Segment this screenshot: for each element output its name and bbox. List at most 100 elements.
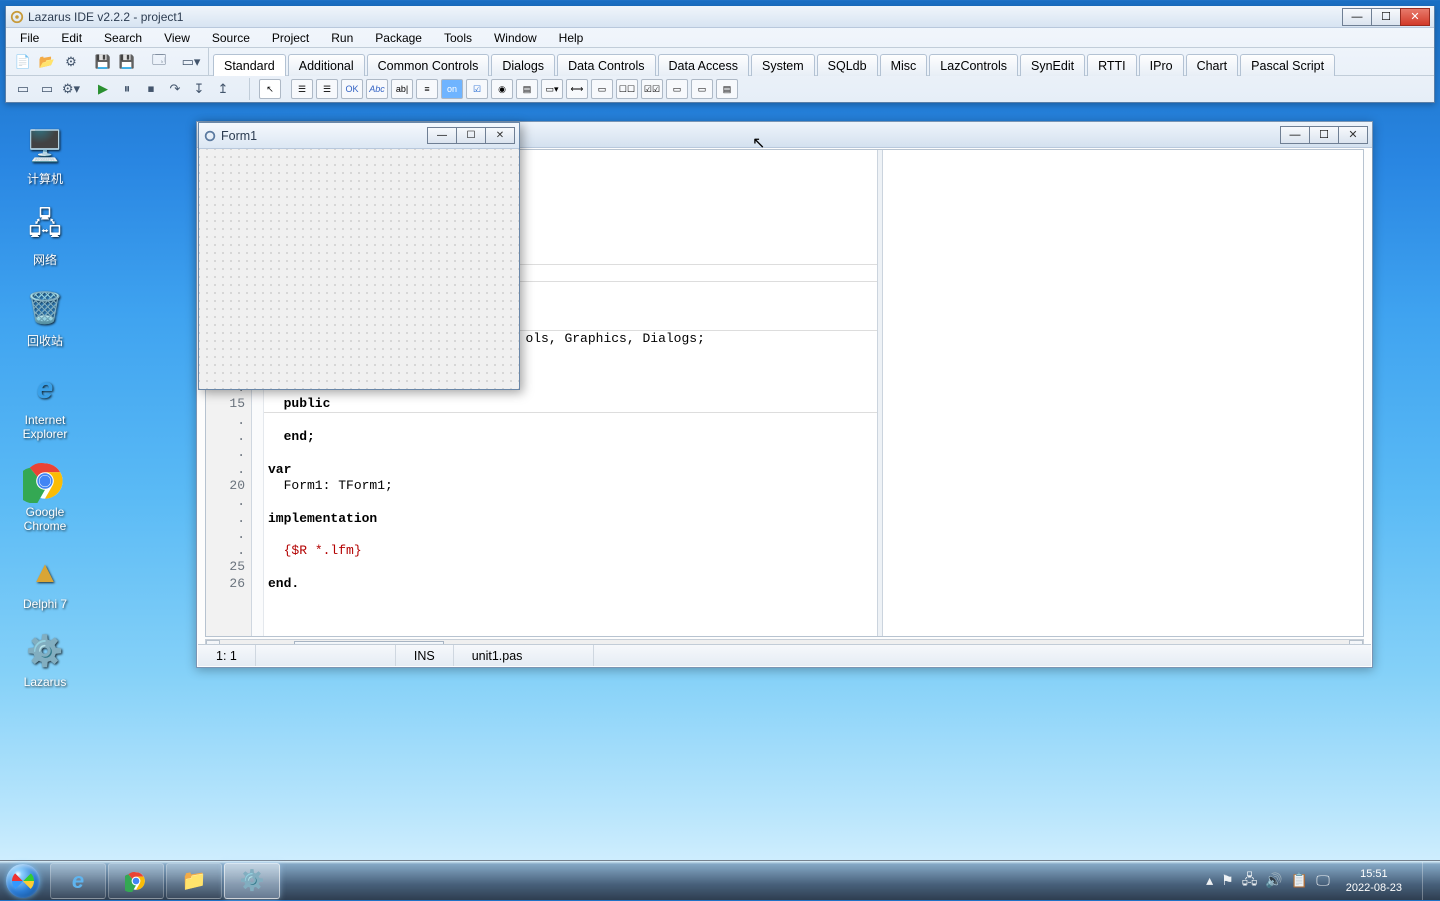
taskbar-item-ie[interactable]: e: [50, 863, 106, 899]
view-units-button[interactable]: ▭▾: [180, 51, 202, 73]
show-desktop-button[interactable]: [1422, 862, 1436, 900]
minimize-button[interactable]: —: [1342, 8, 1372, 26]
tmainmenu-button[interactable]: ☰: [291, 79, 313, 99]
menu-window[interactable]: Window: [490, 30, 541, 46]
menu-source[interactable]: Source: [208, 30, 254, 46]
palette-tab-data-controls[interactable]: Data Controls: [557, 54, 655, 76]
form-designer-titlebar[interactable]: Form1 — ☐ ✕: [199, 123, 519, 149]
taskbar-item-explorer[interactable]: 📁: [166, 863, 222, 899]
tpopupmenu-button[interactable]: ☰: [316, 79, 338, 99]
editor-minimize-button[interactable]: —: [1280, 126, 1310, 144]
palette-tab-dialogs[interactable]: Dialogs: [491, 54, 555, 76]
ttogglebox-button[interactable]: on: [441, 79, 463, 99]
palette-tab-lazcontrols[interactable]: LazControls: [929, 54, 1018, 76]
pause-button[interactable]: ⏸: [116, 78, 138, 100]
tframe-button[interactable]: ▭: [691, 79, 713, 99]
recycle-bin-icon: 🗑️: [23, 288, 67, 328]
build-modes-button[interactable]: ⚙▾: [60, 78, 82, 100]
tmemo-button[interactable]: ≡: [416, 79, 438, 99]
desktop-icon-recycle[interactable]: 🗑️ 回收站: [8, 288, 82, 349]
new-unit-button[interactable]: 📄: [12, 51, 34, 73]
new-form-button[interactable]: ⚙: [60, 51, 82, 73]
palette-tab-rtti[interactable]: RTTI: [1087, 54, 1137, 76]
form-minimize-button[interactable]: —: [427, 127, 457, 144]
editor-maximize-button[interactable]: ☐: [1309, 126, 1339, 144]
tlabel-button[interactable]: Abc: [366, 79, 388, 99]
tcheckgroup-button[interactable]: ☑☑: [641, 79, 663, 99]
tscrollbar-button[interactable]: ⟷: [566, 79, 588, 99]
step-out-button[interactable]: ↥: [212, 78, 234, 100]
menu-run[interactable]: Run: [327, 30, 357, 46]
tray-screen-icon[interactable]: 🖵: [1316, 872, 1330, 889]
menu-package[interactable]: Package: [371, 30, 426, 46]
close-button[interactable]: ✕: [1400, 8, 1430, 26]
palette-tab-standard[interactable]: Standard: [213, 54, 286, 76]
form-canvas[interactable]: [199, 149, 519, 389]
tbutton-button[interactable]: OK: [341, 79, 363, 99]
selection-tool-button[interactable]: ↖: [259, 79, 281, 99]
tpanel-button[interactable]: ▭: [666, 79, 688, 99]
menu-help[interactable]: Help: [555, 30, 588, 46]
desktop-icon-computer[interactable]: 🖥️ 计算机: [8, 126, 82, 187]
palette-tab-misc[interactable]: Misc: [880, 54, 928, 76]
desktop-icon-lazarus[interactable]: ⚙️ Lazarus: [8, 631, 82, 689]
palette-tab-chart[interactable]: Chart: [1186, 54, 1239, 76]
menu-project[interactable]: Project: [268, 30, 313, 46]
palette-tab-ipro[interactable]: IPro: [1139, 54, 1184, 76]
palette-tab-sqldb[interactable]: SQLdb: [817, 54, 878, 76]
desktop-icon-ie[interactable]: e Internet Explorer: [8, 369, 82, 441]
menu-tools[interactable]: Tools: [440, 30, 476, 46]
form-close-button[interactable]: ✕: [485, 127, 515, 144]
menu-edit[interactable]: Edit: [57, 30, 86, 46]
tgroupbox-button[interactable]: ▭: [591, 79, 613, 99]
taskbar-item-chrome[interactable]: [108, 863, 164, 899]
tray-clipboard-icon[interactable]: 📋: [1291, 872, 1308, 889]
tradiobutton-button[interactable]: ◉: [491, 79, 513, 99]
taskbar-item-lazarus[interactable]: ⚙️: [224, 863, 280, 899]
form-icon: [203, 129, 217, 143]
palette-tab-data-access[interactable]: Data Access: [658, 54, 749, 76]
run-button[interactable]: ▶: [92, 78, 114, 100]
step-into-button[interactable]: ↧: [188, 78, 210, 100]
tray-chevron-up-icon[interactable]: ▴: [1206, 872, 1213, 889]
tcombobox-button[interactable]: ▭▾: [541, 79, 563, 99]
form-maximize-button[interactable]: ☐: [456, 127, 486, 144]
desktop-icon-chrome[interactable]: Google Chrome: [8, 461, 82, 533]
open-button[interactable]: 📂: [36, 51, 58, 73]
tray-flag-icon[interactable]: ⚑: [1221, 872, 1234, 889]
ide-main-window: Lazarus IDE v2.2.2 - project1 — ☐ ✕ File…: [5, 6, 1435, 103]
menu-file[interactable]: File: [16, 30, 43, 46]
save-all-button[interactable]: 💾: [116, 51, 138, 73]
form-designer-window[interactable]: Form1 — ☐ ✕: [198, 122, 520, 390]
palette-tab-pascal-script[interactable]: Pascal Script: [1240, 54, 1335, 76]
desktop-icon-label: 回收站: [8, 332, 82, 349]
palette-tab-additional[interactable]: Additional: [288, 54, 365, 76]
desktop-icon-delphi[interactable]: ▲ Delphi 7: [8, 553, 82, 611]
view-forms-button[interactable]: ▭: [12, 78, 34, 100]
menu-view[interactable]: View: [160, 30, 194, 46]
stop-button[interactable]: ⏹: [140, 78, 162, 100]
tradiogroup-button[interactable]: ☐☐: [616, 79, 638, 99]
menu-search[interactable]: Search: [100, 30, 146, 46]
chrome-icon: [125, 870, 147, 892]
palette-tab-common-controls[interactable]: Common Controls: [367, 54, 490, 76]
maximize-button[interactable]: ☐: [1371, 8, 1401, 26]
tcheckbox-button[interactable]: ☑: [466, 79, 488, 99]
palette-tab-synedit[interactable]: SynEdit: [1020, 54, 1085, 76]
system-tray: ▴ ⚑ 🖧 🔊 📋 🖵 15:51 2022-08-23: [1206, 862, 1440, 900]
tray-network-icon[interactable]: 🖧: [1242, 869, 1258, 893]
tedit-button[interactable]: ab|: [391, 79, 413, 99]
save-button[interactable]: 💾: [92, 51, 114, 73]
tactionlist-button[interactable]: ▤: [716, 79, 738, 99]
tray-volume-icon[interactable]: 🔊: [1265, 872, 1282, 889]
view-units-button-2[interactable]: ▭: [36, 78, 58, 100]
toggle-form-unit-button[interactable]: 🗔: [148, 51, 170, 73]
step-over-button[interactable]: ↷: [164, 78, 186, 100]
editor-close-button[interactable]: ✕: [1338, 126, 1368, 144]
tlistbox-button[interactable]: ▤: [516, 79, 538, 99]
desktop-icon-network[interactable]: 🖧 网络: [8, 207, 82, 268]
palette-tab-system[interactable]: System: [751, 54, 815, 76]
tray-clock[interactable]: 15:51 2022-08-23: [1338, 867, 1410, 895]
ide-titlebar[interactable]: Lazarus IDE v2.2.2 - project1 — ☐ ✕: [6, 6, 1434, 28]
start-button[interactable]: [0, 861, 46, 901]
